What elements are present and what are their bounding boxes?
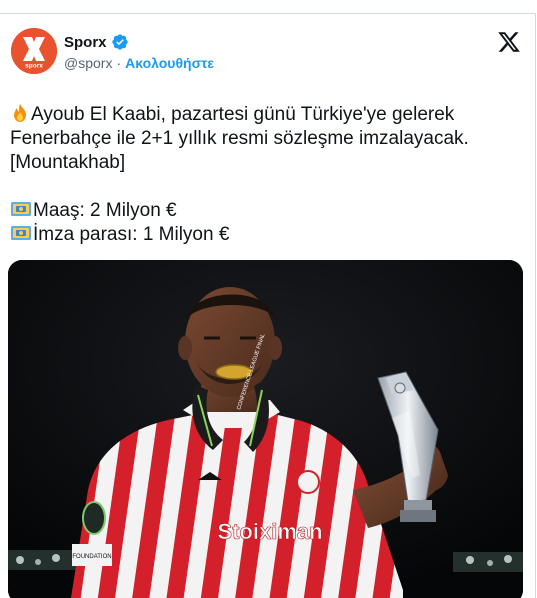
shirt-sponsor-text: Stoiximan <box>217 519 322 544</box>
tweet-line-2: Fenerbahçe ile 2+1 yıllık resmi sözleşme… <box>10 128 469 149</box>
display-name[interactable]: Sporx <box>64 34 107 51</box>
player-photo: Stoiximan FOUNDATION CONFERENCE LEAGUE F… <box>8 260 523 598</box>
tweet-line-3: [Mountakhab] <box>10 152 126 173</box>
tweet-line-1: Ayoub El Kaabi, pazartesi günü Türkiye'y… <box>10 103 525 127</box>
tweet-signing-fee-line: İmza parası: 1 Milyon € <box>10 223 525 247</box>
sleeve-badge-text: FOUNDATION <box>72 554 111 560</box>
handle-row: @sporx · Ακολουθήστε <box>64 55 214 71</box>
tweet-line-1-text: Ayoub El Kaabi, pazartesi günü Türkiye'y… <box>31 104 455 125</box>
account-avatar[interactable]: sporx <box>11 28 57 74</box>
fire-emoji <box>14 104 26 122</box>
salary-text: Maaş: 2 Milyon € <box>33 200 177 221</box>
line-break <box>10 175 525 199</box>
name-row: Sporx <box>64 33 129 51</box>
banknote-emoji <box>11 226 31 240</box>
tweet-card: sporx Sporx @sporx · Ακολουθήστε Ayoub E… <box>0 13 536 598</box>
tweet-media-photo[interactable]: Stoiximan FOUNDATION CONFERENCE LEAGUE F… <box>8 260 523 598</box>
signing-fee-text: İmza parası: 1 Milyon € <box>33 224 230 245</box>
conference-league-sleeve-badge <box>82 501 106 535</box>
follow-button[interactable]: Ακολουθήστε <box>125 55 214 71</box>
tweet-salary-line: Maaş: 2 Milyon € <box>10 199 525 223</box>
club-crest <box>296 470 320 494</box>
x-logo-icon[interactable] <box>497 30 521 54</box>
account-handle[interactable]: @sporx <box>64 55 112 71</box>
verified-badge-icon <box>111 34 128 50</box>
separator-dot: · <box>116 55 122 71</box>
tweet-text: Ayoub El Kaabi, pazartesi günü Türkiye'y… <box>10 103 525 247</box>
avatar-text: sporx <box>25 63 43 70</box>
banknote-emoji <box>11 202 31 216</box>
sporx-logo-icon: sporx <box>11 28 57 74</box>
